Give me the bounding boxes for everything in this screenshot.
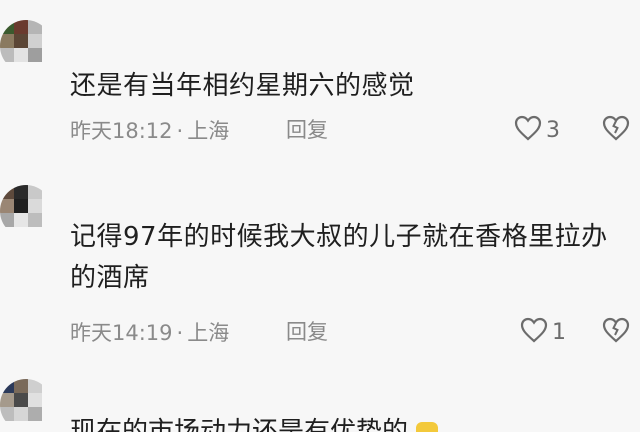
dislike-button[interactable] (602, 115, 630, 145)
avatar[interactable] (0, 20, 52, 72)
broken-heart-icon (602, 115, 630, 145)
heart-outline-icon (514, 115, 542, 145)
broken-heart-icon (602, 317, 630, 347)
like-count: 1 (552, 319, 566, 345)
comment-location: 上海 (187, 321, 230, 345)
comment-list: 还是有当年相约星期六的感觉 昨天18:12 · 上海 回复 3 记得97年的时候… (0, 0, 640, 432)
like-button[interactable]: 3 (514, 115, 560, 145)
comment-text: 还是有当年相约星期六的感觉 (70, 71, 415, 101)
avatar[interactable] (0, 185, 52, 237)
avatar[interactable] (0, 379, 52, 431)
heart-outline-icon (520, 317, 548, 347)
reply-button[interactable]: 回复 (286, 115, 328, 145)
comment-time: 昨天18:12 (70, 119, 173, 143)
comment-time: 昨天14:19 (70, 321, 173, 345)
meta-separator: · (176, 119, 184, 143)
like-button[interactable]: 1 (520, 317, 566, 347)
comment-text: 记得97年的时候我大叔的儿子就在香格里拉办的酒席 (70, 222, 608, 293)
comment-location: 上海 (187, 119, 230, 143)
comment-text: 现在的市场动力还是有优势的 (70, 412, 439, 432)
meta-separator: · (176, 321, 184, 345)
thumbs-up-emoji-icon (416, 421, 439, 432)
dislike-button[interactable] (602, 317, 630, 347)
like-count: 3 (546, 117, 560, 143)
comment-text-content: 现在的市场动力还是有优势的 (70, 417, 409, 432)
comment-item: 还是有当年相约星期六的感觉 昨天18:12 · 上海 回复 3 (0, 0, 640, 175)
reply-button[interactable]: 回复 (286, 317, 328, 347)
comment-item: 记得97年的时候我大叔的儿子就在香格里拉办的酒席 昨天14:19 · 上海 回复 1 (0, 175, 640, 375)
